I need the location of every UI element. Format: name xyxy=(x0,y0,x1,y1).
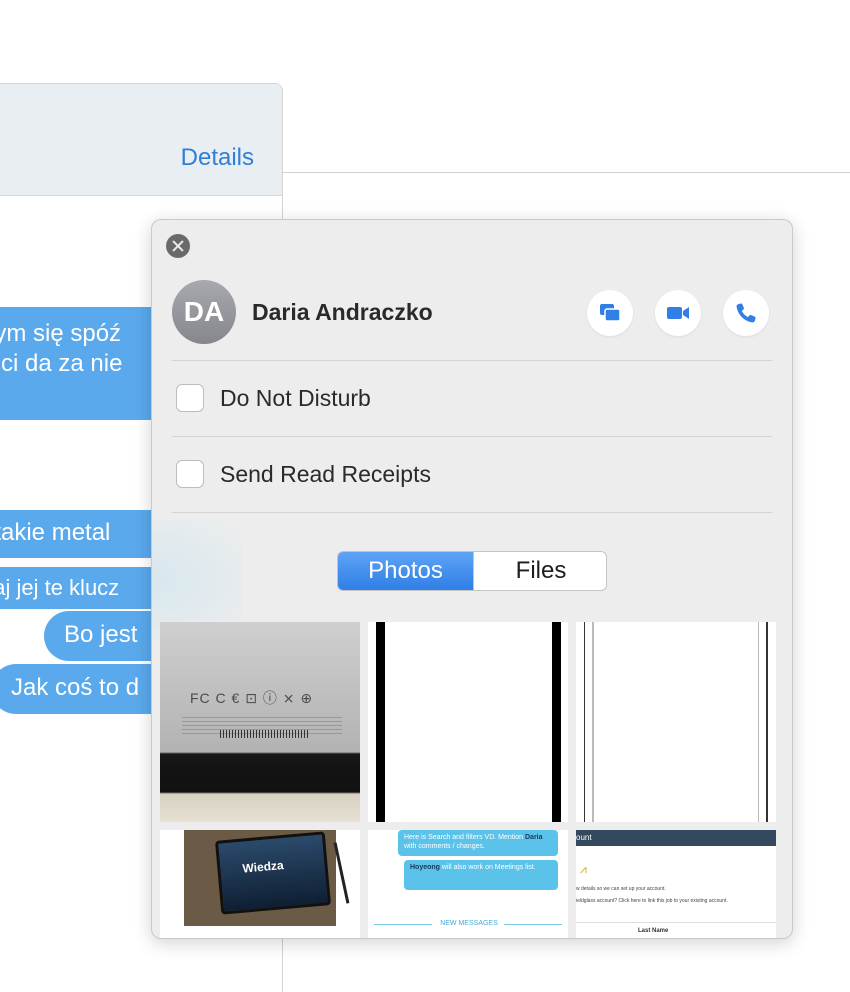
divider xyxy=(172,512,772,513)
thin-line xyxy=(592,622,594,822)
thin-line xyxy=(766,622,768,822)
video-camera-icon xyxy=(667,307,689,319)
thin-line xyxy=(584,622,585,822)
message-button[interactable] xyxy=(587,290,633,336)
chip-name: Daria xyxy=(525,834,543,841)
new-messages-label: NEW MESSAGES xyxy=(440,920,498,927)
details-button[interactable]: Details xyxy=(181,144,254,172)
tablet-photo: Wiedza xyxy=(184,830,350,926)
brand-logo-icon: ⩘ xyxy=(580,862,587,876)
message-text: daj jej te klucz xyxy=(0,575,120,600)
details-popover: DA Daria Andraczko Do Not Disturb Send R… xyxy=(151,219,793,939)
tablet-screen-title: Wiedza xyxy=(241,858,285,876)
photo-thumbnail[interactable]: FC C € ⊡ ⓘ ⨯ ⊕ xyxy=(160,622,360,822)
regulatory-marks: FC C € ⊡ ⓘ ⨯ ⊕ xyxy=(190,690,314,706)
contact-name: Daria Andraczko xyxy=(252,299,433,325)
black-bar xyxy=(376,622,385,822)
photo-thumbnail[interactable]: ount ⩘ w details so we can set up your a… xyxy=(576,830,776,938)
message-bubbles-icon xyxy=(600,304,621,322)
photo-thumbnail[interactable] xyxy=(368,622,568,822)
photos-files-segmented-control: Photos Files xyxy=(337,551,607,591)
divider xyxy=(172,360,772,361)
tab-files[interactable]: Files xyxy=(473,552,606,590)
phone-icon xyxy=(736,303,756,323)
tablet-screen: Wiedza xyxy=(214,831,332,915)
phone-call-button[interactable] xyxy=(723,290,769,336)
close-icon[interactable] xyxy=(166,234,190,258)
divider xyxy=(374,924,432,925)
message-text: , takie metal xyxy=(0,519,111,546)
chip-text: with comments / changes. xyxy=(404,843,485,850)
do-not-disturb-label[interactable]: Do Not Disturb xyxy=(220,385,371,412)
chip-text: Here is Search and filters VD. Mention xyxy=(404,834,525,841)
photo-thumbnail[interactable]: Wiedza xyxy=(160,830,360,938)
doc-header-text: ount xyxy=(576,833,592,842)
divider xyxy=(172,436,772,437)
black-bar xyxy=(552,622,561,822)
chat-chip: Hoyeong will also work on Meetings list. xyxy=(404,860,558,890)
message-text: Jak coś to d xyxy=(11,674,140,701)
photo-thumbnail[interactable]: Here is Search and filters VD. Mention D… xyxy=(368,830,568,938)
thin-line xyxy=(758,622,759,822)
barcode xyxy=(220,730,310,738)
send-read-receipts-checkbox[interactable] xyxy=(176,460,204,488)
divider xyxy=(576,922,776,923)
doc-text: ieldglass account? Click here to link th… xyxy=(576,898,728,904)
chip-name: Hoyeong xyxy=(410,864,440,871)
divider xyxy=(504,924,562,925)
do-not-disturb-checkbox[interactable] xyxy=(176,384,204,412)
doc-text: w details so we can set up your account. xyxy=(576,886,666,892)
stylus xyxy=(333,842,350,904)
doc-field-label: Last Name xyxy=(638,928,669,934)
chip-text: will also work on Meetings list. xyxy=(439,864,536,871)
doc-header-bar: ount xyxy=(576,830,776,846)
send-read-receipts-label[interactable]: Send Read Receipts xyxy=(220,461,431,488)
video-call-button[interactable] xyxy=(655,290,701,336)
avatar: DA xyxy=(172,280,236,344)
desktop: Details bym się spóź n ci da za nie , ta… xyxy=(0,0,850,992)
photo-thumbnail[interactable] xyxy=(576,622,776,822)
conversation-header: Details xyxy=(0,84,282,196)
tab-photos[interactable]: Photos xyxy=(338,552,473,590)
message-text: Bo jest xyxy=(64,621,138,648)
chat-chip: Here is Search and filters VD. Mention D… xyxy=(398,830,558,856)
